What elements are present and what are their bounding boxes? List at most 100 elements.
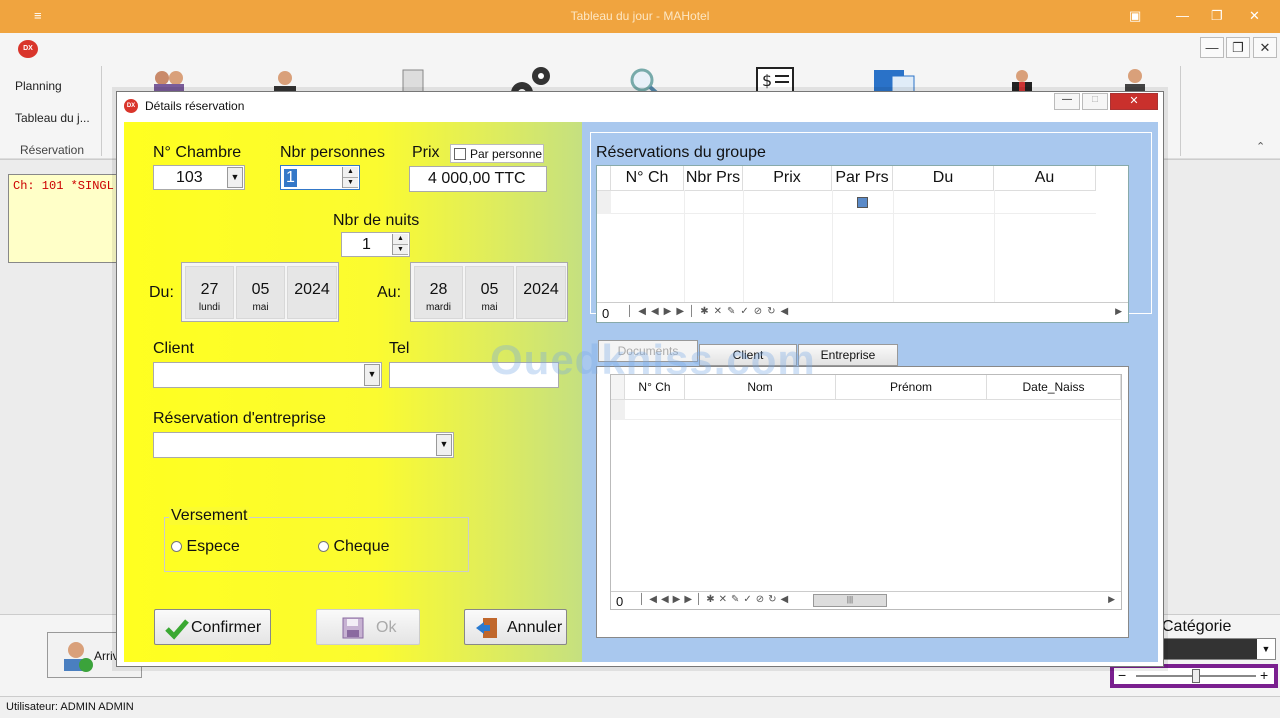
horizontal-scrollbar-thumb[interactable]: ||| (813, 594, 887, 607)
grid-indicator-header (597, 166, 611, 190)
documents-tab-page: N° Ch Nom Prénom Date_Naiss 0 │◀◀▶▶│✱✕✎✓… (596, 366, 1129, 638)
par-prs-checkbox[interactable] (857, 197, 868, 208)
reservation-entreprise-label: Réservation d'entreprise (153, 410, 326, 427)
dialog-maximize-button[interactable]: □ (1082, 93, 1108, 110)
column-header[interactable]: Du (893, 166, 994, 190)
navigator-icons[interactable]: │◀◀▶▶│✱✕✎✓⊘↻◀ (627, 306, 793, 317)
zoom-in-icon[interactable]: + (1260, 667, 1268, 683)
cheque-label: Cheque (333, 538, 390, 555)
nbr-personnes-value[interactable]: 1 (284, 169, 297, 187)
du-date-picker[interactable]: 27 lundi 05 mai 2024 (181, 262, 339, 322)
nav-planning[interactable]: Planning (15, 79, 62, 93)
prix-field[interactable]: 4 000,00 TTC (409, 166, 547, 192)
mdi-restore-button[interactable]: ❐ (1226, 37, 1250, 58)
espece-radio[interactable]: Espece (171, 538, 240, 556)
nbr-nuits-stepper[interactable]: 1 ▲ ▼ (341, 232, 410, 257)
collapse-ribbon-icon[interactable]: ⌃ (1256, 140, 1265, 153)
nav-reservation-group: Réservation (20, 143, 85, 157)
window-title: Tableau du jour - MAHotel (570, 9, 710, 23)
restore-layout-icon[interactable]: ▣ (1129, 8, 1141, 24)
au-day-cell[interactable]: 28 mardi (414, 266, 463, 319)
nav-tableau-du-jour[interactable]: Tableau du j... (15, 111, 90, 125)
spin-down-icon[interactable]: ▼ (343, 177, 358, 188)
row-indicator (611, 400, 625, 420)
chevron-down-icon[interactable]: ▼ (436, 434, 452, 456)
zoom-thumb[interactable] (1192, 669, 1200, 683)
reservation-form-panel: N° Chambre 103 ▼ Nbr personnes 1 ▲ ▼ Prix… (124, 122, 582, 662)
column-header[interactable]: N° Ch (611, 166, 684, 190)
espece-label: Espece (186, 538, 240, 555)
table-row[interactable] (611, 399, 1121, 420)
zoom-out-icon[interactable]: − (1118, 667, 1126, 683)
radio-circle[interactable] (171, 541, 182, 553)
du-day-cell[interactable]: 27 lundi (185, 266, 234, 319)
grid-divider (684, 190, 685, 303)
nbr-personnes-label: Nbr personnes (280, 144, 385, 161)
au-weekday: mardi (425, 302, 451, 313)
du-month-name: mai (252, 302, 269, 313)
app-logo[interactable]: DX (18, 40, 38, 58)
column-header[interactable]: Au (994, 166, 1096, 190)
client-select[interactable]: ▼ (153, 362, 382, 388)
window-close-button[interactable]: ✕ (1249, 8, 1260, 24)
checkbox-box[interactable] (454, 148, 466, 160)
mdi-minimize-button[interactable]: — (1200, 37, 1224, 58)
column-header[interactable]: Nbr Prs (684, 166, 743, 190)
window-minimize-button[interactable]: — (1176, 8, 1189, 23)
du-month-cell[interactable]: 05 mai (236, 266, 285, 319)
ok-label: Ok (376, 619, 397, 636)
scroll-right-icon[interactable]: ▶ (1108, 594, 1115, 605)
window-maximize-button[interactable]: ❐ (1211, 8, 1223, 24)
status-bar: Utilisateur: ADMIN ADMIN (0, 696, 1280, 718)
grid-navigator[interactable]: 0 │◀◀▶▶│✱✕✎✓⊘↻◀ ||| ▶ (611, 591, 1121, 609)
grid-navigator[interactable]: 0 │◀◀▶▶│✱✕✎✓⊘↻◀ ▶ (597, 302, 1128, 322)
chambre-label: N° Chambre (153, 144, 242, 161)
nbr-personnes-stepper[interactable]: 1 ▲ ▼ (280, 165, 360, 190)
mdi-close-button[interactable]: ✕ (1253, 37, 1277, 58)
ok-button[interactable]: Ok (316, 609, 420, 645)
chevron-down-icon[interactable]: ▼ (227, 167, 243, 188)
au-date-picker[interactable]: 28 mardi 05 mai 2024 (410, 262, 568, 322)
au-month-cell[interactable]: 05 mai (465, 266, 514, 319)
au-year: 2024 (523, 281, 559, 298)
par-personne-checkbox[interactable]: Par personne (450, 144, 544, 163)
confirmer-button[interactable]: Confirmer (154, 609, 271, 645)
radio-circle[interactable] (318, 541, 329, 553)
spin-up-icon[interactable]: ▲ (343, 167, 358, 178)
client-label: Client (153, 340, 194, 357)
reservation-entreprise-select[interactable]: ▼ (153, 432, 454, 458)
dialog-minimize-button[interactable]: — (1054, 93, 1080, 110)
nbr-nuits-label: Nbr de nuits (333, 212, 420, 229)
cheque-radio[interactable]: Cheque (318, 538, 390, 556)
column-header[interactable]: Prix (743, 166, 832, 190)
record-count: 0 (602, 306, 610, 321)
chambre-select[interactable]: 103 ▼ (153, 165, 245, 190)
spin-up-icon[interactable]: ▲ (393, 234, 408, 245)
group-grid[interactable]: N° Ch Nbr Prs Prix Par Prs Du Au 0 │◀◀▶▶… (596, 165, 1129, 323)
window-titlebar: ≡ Tableau du jour - MAHotel ▣ — ❐ ✕ (0, 0, 1280, 33)
du-weekday: lundi (198, 302, 221, 313)
du-year-cell[interactable]: 2024 (287, 266, 337, 319)
record-count: 0 (616, 594, 624, 609)
au-label: Au: (377, 284, 402, 301)
documents-grid[interactable]: N° Ch Nom Prénom Date_Naiss 0 │◀◀▶▶│✱✕✎✓… (610, 374, 1122, 610)
table-row[interactable] (597, 190, 1096, 214)
spin-down-icon[interactable]: ▼ (393, 244, 408, 255)
scroll-right-icon[interactable]: ▶ (1115, 306, 1122, 317)
categorie-select[interactable]: ▼ (1160, 638, 1276, 660)
column-header[interactable]: Par Prs (832, 166, 893, 190)
au-month: 05 (480, 281, 499, 298)
categorie-label: Catégorie (1162, 618, 1232, 635)
chevron-down-icon[interactable]: ▼ (364, 364, 380, 386)
ribbon-divider (1180, 66, 1181, 156)
zoom-slider[interactable]: − + (1110, 664, 1278, 688)
column-header[interactable]: Date_Naiss (987, 375, 1121, 399)
column-header[interactable]: Prénom (836, 375, 987, 399)
dialog-title: Détails réservation (145, 99, 245, 113)
room-card-101[interactable]: Ch: 101 *SINGL (8, 174, 130, 263)
navigator-icons[interactable]: │◀◀▶▶│✱✕✎✓⊘↻◀ (639, 594, 792, 605)
dialog-close-button[interactable]: ✕ (1110, 93, 1158, 110)
annuler-button[interactable]: Annuler (464, 609, 567, 645)
chevron-down-icon[interactable]: ▼ (1257, 639, 1275, 659)
au-year-cell[interactable]: 2024 (516, 266, 566, 319)
